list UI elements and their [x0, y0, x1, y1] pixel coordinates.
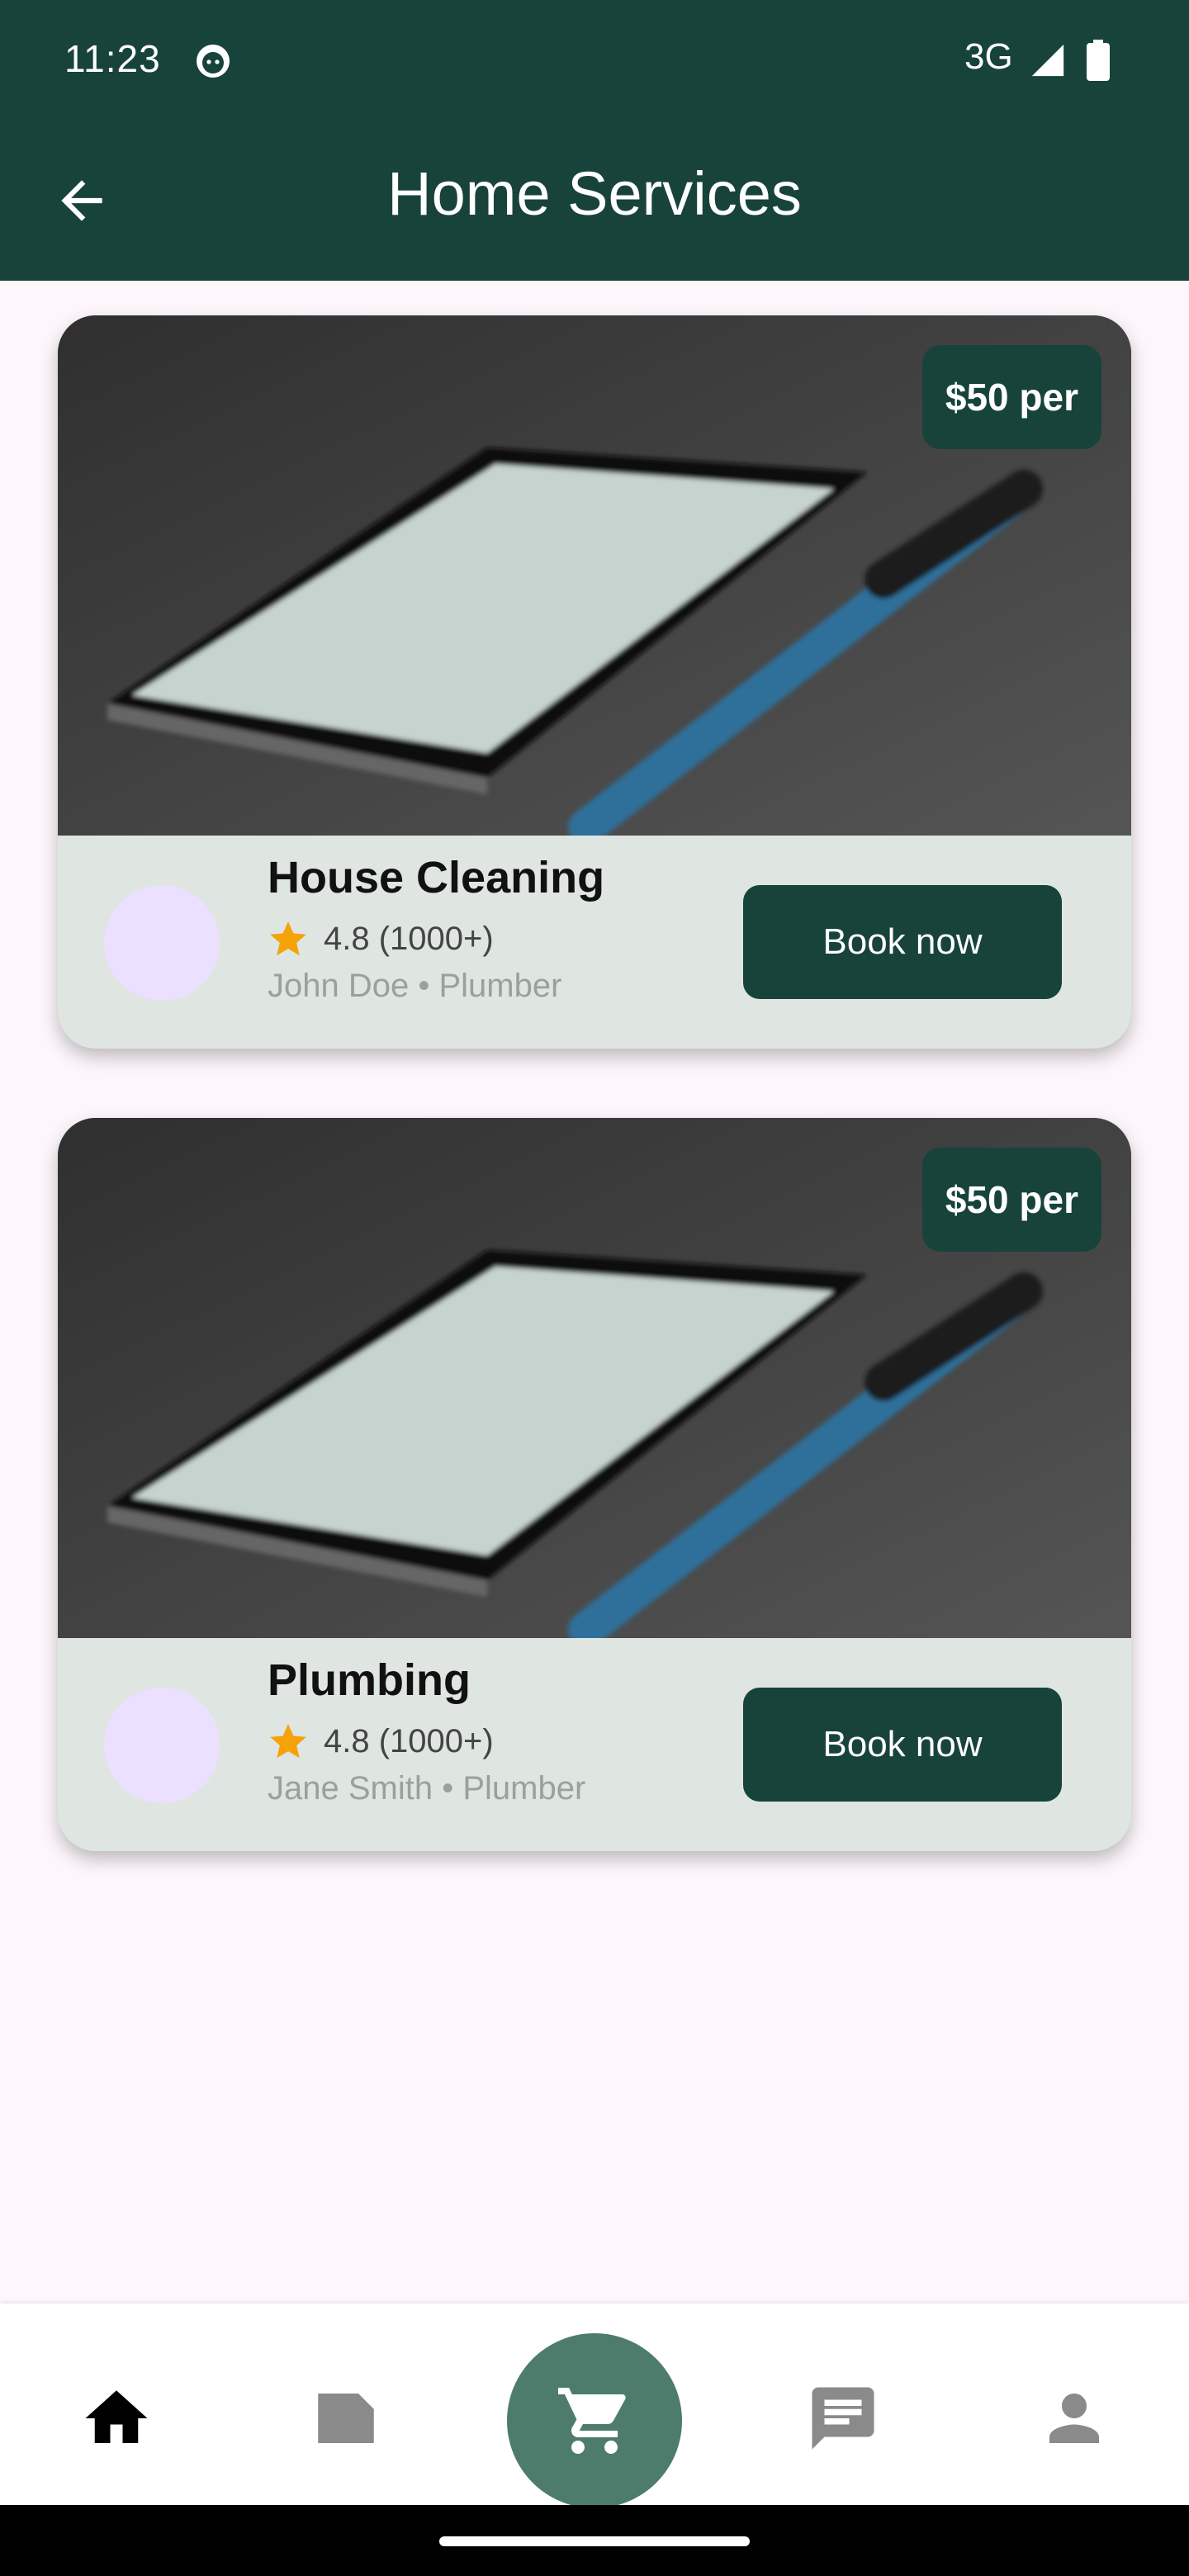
battery-icon: [1087, 40, 1110, 81]
star-icon: [270, 1724, 306, 1759]
network-type: 3G: [964, 36, 1013, 77]
page-title: Home Services: [387, 159, 802, 228]
price-badge: $50 per: [921, 345, 1101, 449]
book-now-button[interactable]: Book now: [743, 885, 1062, 999]
price-badge: $50 per: [921, 1148, 1101, 1252]
service-rating: 4.8 (1000+): [268, 918, 494, 959]
status-bar: 11:23 3G: [0, 0, 1189, 122]
signal-icon: [1031, 44, 1064, 77]
service-image: $50 per: [58, 315, 1131, 836]
service-rating: 4.8 (1000+): [268, 1721, 494, 1762]
provider-info: Jane Smith • Plumber: [268, 1770, 586, 1807]
provider-avatar: [104, 885, 220, 1001]
provider-info: John Doe • Plumber: [268, 968, 562, 1004]
folder-icon[interactable]: [309, 2381, 383, 2455]
service-card[interactable]: $50 per House Cleaning 4.8 (1000+) John …: [58, 315, 1131, 1049]
star-icon: [270, 921, 306, 956]
cart-button[interactable]: [507, 2333, 682, 2508]
service-name: House Cleaning: [268, 853, 605, 902]
chat-icon[interactable]: [806, 2381, 880, 2455]
service-card[interactable]: $50 per Plumbing 4.8 (1000+) Jane Smith …: [58, 1118, 1131, 1851]
cart-icon: [558, 2388, 626, 2454]
provider-avatar: [104, 1688, 220, 1803]
rating-text: 4.8 (1000+): [324, 1722, 494, 1759]
home-gesture-bar[interactable]: [439, 2536, 750, 2546]
person-icon[interactable]: [1037, 2381, 1111, 2455]
status-time: 11:23: [64, 37, 161, 80]
rating-text: 4.8 (1000+): [324, 920, 494, 957]
app-header: 11:23 3G Home Services: [0, 0, 1189, 281]
notification-icon: [197, 45, 230, 78]
service-name: Plumbing: [268, 1655, 471, 1705]
book-now-button[interactable]: Book now: [743, 1688, 1062, 1802]
service-image: $50 per: [58, 1118, 1131, 1638]
home-icon[interactable]: [79, 2381, 154, 2455]
